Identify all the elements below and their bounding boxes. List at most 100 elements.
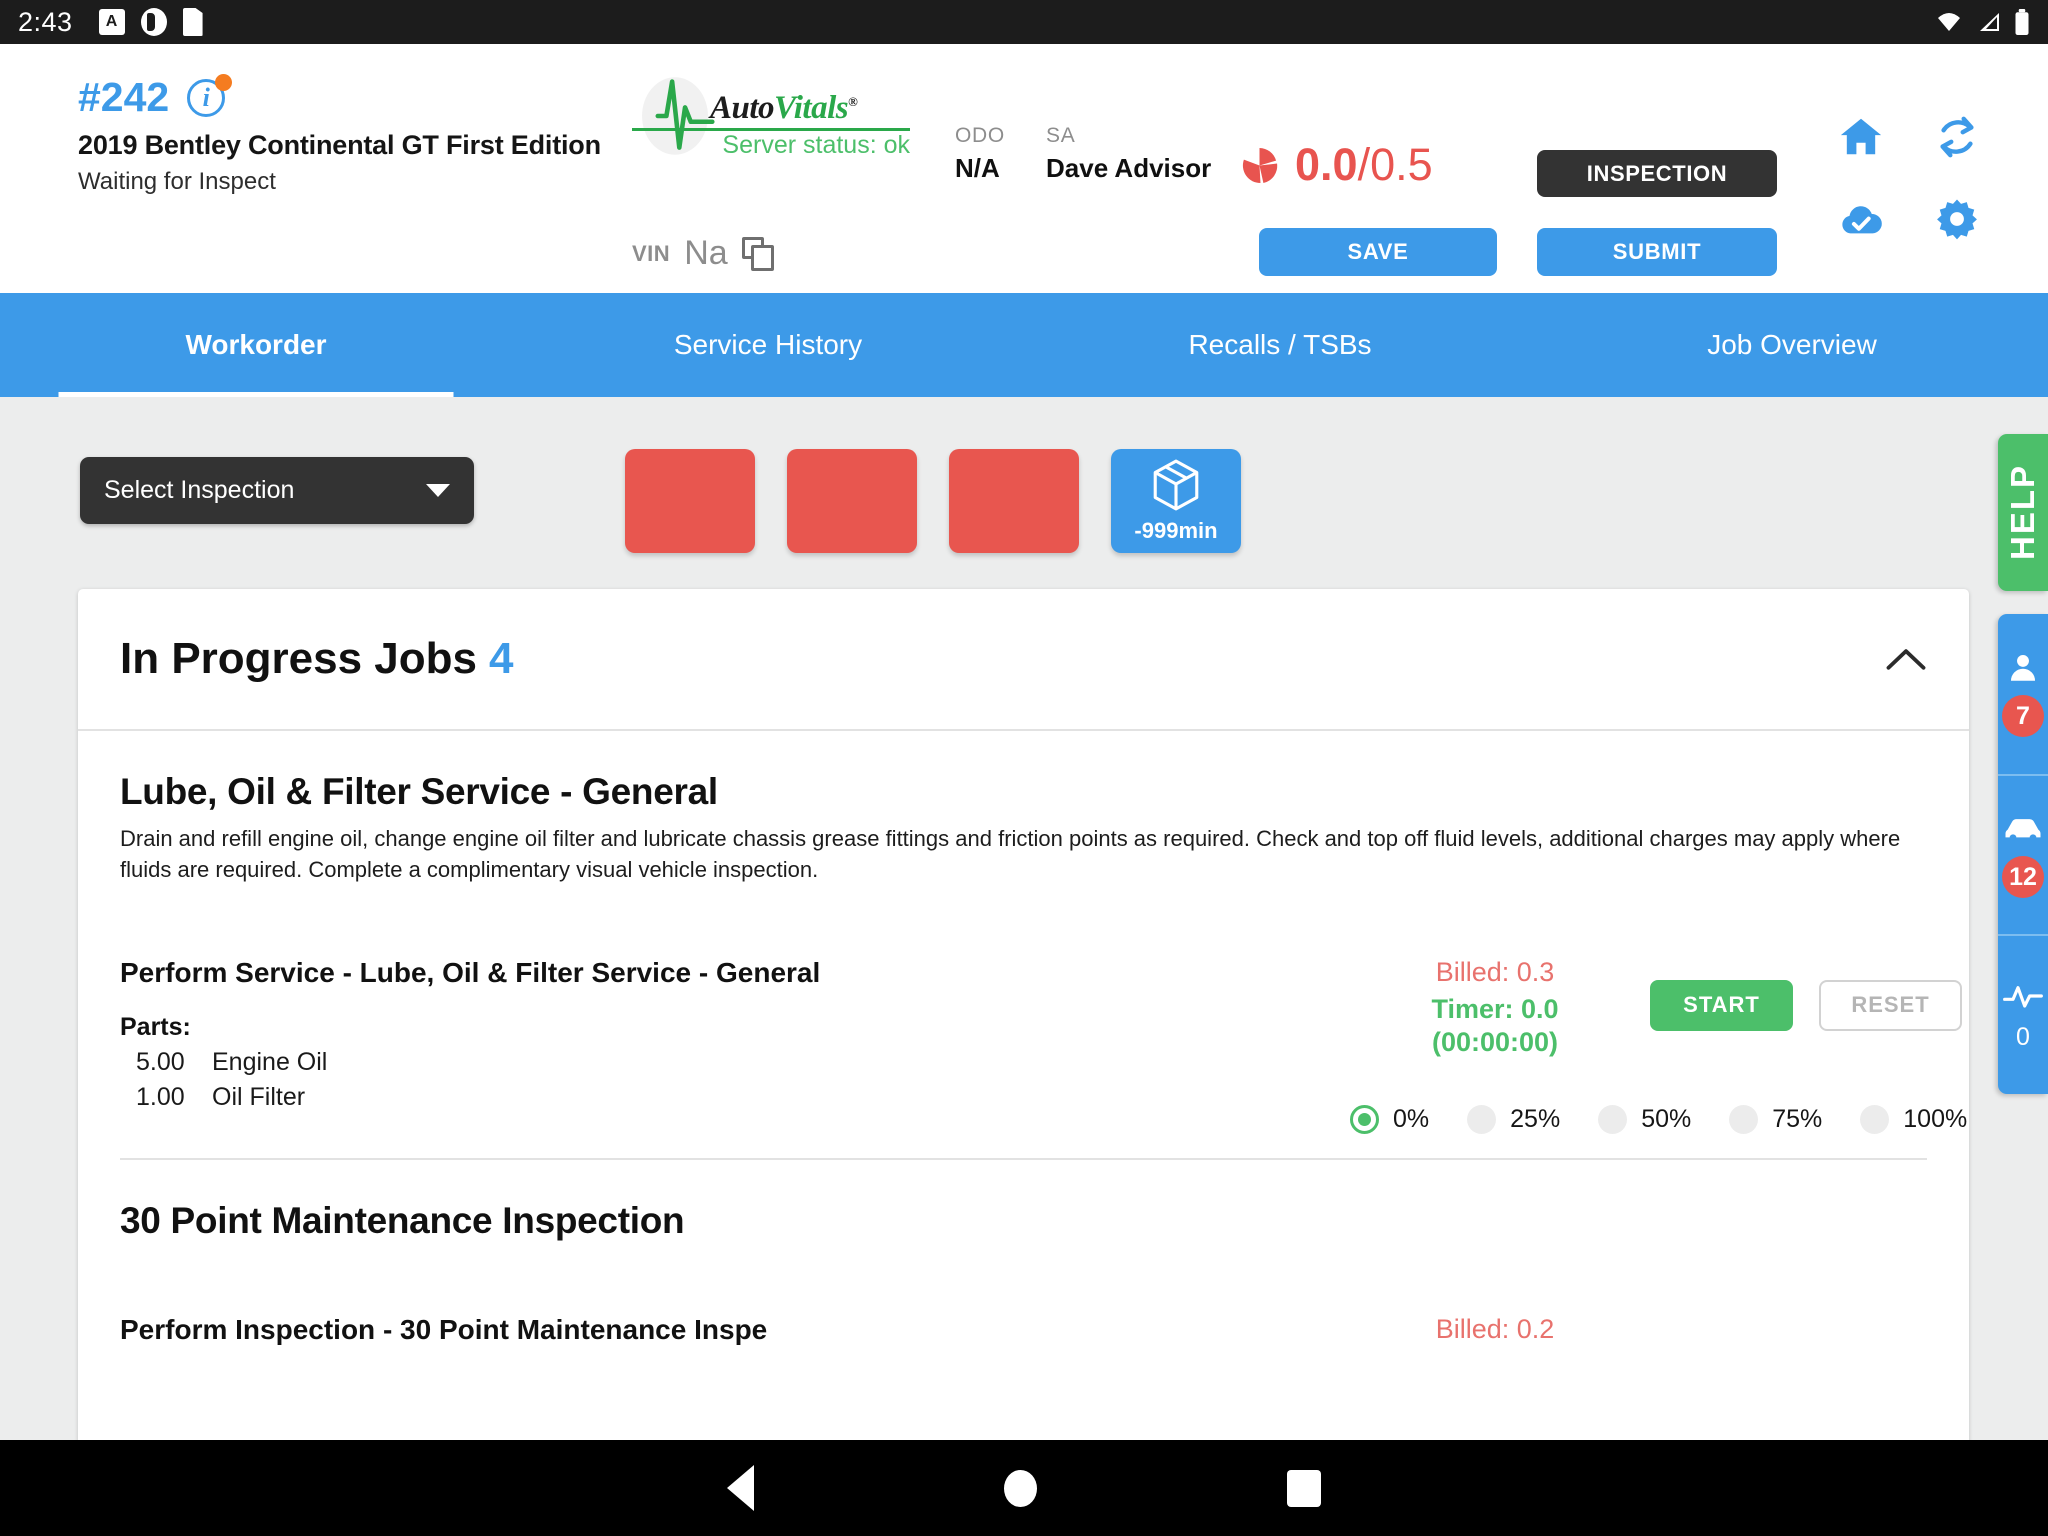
billed-hours: Billed: 0.2 bbox=[1435, 1314, 1555, 1345]
service-advisor-value: Dave Advisor bbox=[1046, 153, 1212, 183]
vibrate-icon bbox=[140, 8, 167, 36]
task-name: Perform Service - Lube, Oil & Filter Ser… bbox=[120, 957, 821, 989]
person-icon bbox=[2010, 654, 2036, 681]
progress-option-0[interactable]: 0% bbox=[1350, 1105, 1430, 1135]
sd-card-icon bbox=[182, 8, 203, 36]
help-label: HELP bbox=[2004, 464, 2041, 561]
info-icon[interactable]: i bbox=[187, 73, 233, 117]
vehicles-badge: 12 bbox=[2002, 856, 2044, 898]
submit-button[interactable]: SUBMIT bbox=[1537, 228, 1777, 276]
gear-icon[interactable] bbox=[1934, 196, 1980, 242]
tab-service-history[interactable]: Service History bbox=[512, 293, 1024, 397]
in-progress-jobs-header[interactable]: In Progress Jobs 4 bbox=[78, 589, 1969, 731]
chevron-up-icon[interactable] bbox=[1885, 646, 1927, 672]
battery-icon bbox=[2015, 9, 2029, 35]
radio-icon[interactable] bbox=[1598, 1105, 1628, 1135]
hours-total: 0.5 bbox=[1370, 139, 1433, 190]
radio-icon[interactable] bbox=[1729, 1105, 1759, 1135]
recent-apps-icon[interactable] bbox=[1287, 1469, 1321, 1507]
progress-option-label: 100% bbox=[1903, 1105, 1968, 1134]
pulse-icon bbox=[2003, 985, 2043, 1008]
rail-item-activity[interactable]: 0 bbox=[1998, 934, 2048, 1094]
part-row: 5.00 Engine Oil bbox=[120, 1048, 1350, 1077]
odometer-label: ODO bbox=[955, 124, 1005, 147]
vin-value: Na bbox=[684, 234, 728, 272]
parts-label: Parts: bbox=[120, 1013, 191, 1042]
rail-item-vehicles[interactable]: 12 bbox=[1998, 774, 2048, 934]
select-inspection-dropdown[interactable]: Select Inspection bbox=[80, 457, 474, 524]
tab-recalls-tsbs[interactable]: Recalls / TSBs bbox=[1024, 293, 1536, 397]
status-bar-right-icons bbox=[1934, 9, 2030, 35]
chevron-down-icon bbox=[426, 484, 450, 497]
service-advisor-label: SA bbox=[1046, 124, 1076, 147]
timer-clock: (00:00:00) bbox=[1431, 1027, 1559, 1058]
status-chip-1[interactable] bbox=[625, 449, 755, 553]
side-rail: 7 12 0 bbox=[1998, 614, 2048, 1094]
android-status-bar: 2:43 A bbox=[0, 0, 2048, 44]
hours-value: 0.0/0.5 bbox=[1295, 139, 1433, 191]
progress-option-label: 50% bbox=[1641, 1105, 1692, 1134]
radio-icon[interactable] bbox=[1350, 1105, 1379, 1135]
radio-icon[interactable] bbox=[1860, 1105, 1890, 1135]
signal-icon bbox=[1980, 13, 1999, 31]
main-tab-bar: Workorder Service History Recalls / TSBs… bbox=[0, 293, 2048, 397]
vehicle-name: 2019 Bentley Continental GT First Editio… bbox=[78, 130, 601, 160]
task-row: Perform Service - Lube, Oil & Filter Ser… bbox=[120, 957, 1967, 1135]
package-icon bbox=[1153, 459, 1199, 511]
progress-option-label: 0% bbox=[1393, 1105, 1430, 1134]
hours-separator: / bbox=[1357, 139, 1371, 190]
radio-icon[interactable] bbox=[1467, 1105, 1497, 1135]
logo-brand-part2: Vitals bbox=[774, 90, 849, 126]
pulse-logo-icon bbox=[642, 77, 715, 155]
status-chip-2[interactable] bbox=[787, 449, 917, 553]
job-title: 30 Point Maintenance Inspection bbox=[120, 1200, 685, 1242]
progress-option-25[interactable]: 25% bbox=[1467, 1105, 1560, 1135]
part-quantity: 1.00 bbox=[136, 1083, 185, 1112]
logo-brand-part1: Auto bbox=[710, 90, 775, 126]
job-count: 4 bbox=[489, 634, 514, 683]
car-icon bbox=[2005, 819, 2041, 841]
in-progress-jobs-card: In Progress Jobs 4 Lube, Oil & Filter Ser… bbox=[78, 589, 1969, 1454]
workorder-status: Waiting for Inspect bbox=[78, 168, 276, 196]
status-chip-3[interactable] bbox=[949, 449, 1079, 553]
task-details: Perform Service - Lube, Oil & Filter Ser… bbox=[120, 957, 1350, 1112]
progress-option-50[interactable]: 50% bbox=[1598, 1105, 1692, 1135]
back-icon[interactable] bbox=[727, 1465, 754, 1511]
progress-option-100[interactable]: 100% bbox=[1860, 1105, 1968, 1135]
android-nav-bar bbox=[0, 1440, 2048, 1536]
save-button[interactable]: SAVE bbox=[1259, 228, 1497, 276]
job-description: Drain and refill engine oil, change engi… bbox=[120, 826, 1901, 883]
service-advisor-field: SA Dave Advisor bbox=[1046, 124, 1211, 184]
progress-radio-group: 0% 25% 50% 75% 100% bbox=[1350, 1105, 1969, 1135]
help-tab[interactable]: HELP bbox=[1998, 434, 2048, 591]
billed-hours: Billed: 0.3 bbox=[1435, 957, 1555, 988]
tab-workorder[interactable]: Workorder bbox=[0, 293, 512, 397]
workorder-number-row: #242 i bbox=[78, 73, 608, 121]
part-row: 1.00 Oil Filter bbox=[120, 1083, 1350, 1112]
refresh-icon[interactable] bbox=[1934, 114, 1980, 160]
odometer-value: N/A bbox=[955, 153, 1000, 183]
workorder-number[interactable]: #242 bbox=[78, 74, 169, 121]
parts-eta-chip[interactable]: -999min bbox=[1111, 449, 1241, 553]
rail-item-customers[interactable]: 7 bbox=[1998, 614, 2048, 774]
info-alert-dot bbox=[215, 73, 233, 91]
home-icon[interactable] bbox=[1838, 114, 1884, 160]
progress-option-75[interactable]: 75% bbox=[1729, 1105, 1822, 1135]
wifi-icon bbox=[1938, 13, 1960, 31]
cloud-check-icon[interactable] bbox=[1838, 196, 1884, 242]
task-row: Perform Inspection - 30 Point Maintenanc… bbox=[120, 1314, 1927, 1346]
card-title-text: In Progress Jobs bbox=[120, 634, 478, 683]
status-bar-clock: 2:43 bbox=[18, 6, 73, 37]
server-status-text: Server status: ok bbox=[722, 131, 910, 159]
reset-button[interactable]: RESET bbox=[1819, 979, 1962, 1031]
app-header: #242 i 2019 Bentley Continental GT First… bbox=[0, 44, 2048, 293]
tab-job-overview[interactable]: Job Overview bbox=[1536, 293, 2048, 397]
inspection-button[interactable]: INSPECTION bbox=[1537, 150, 1777, 197]
home-circle-icon[interactable] bbox=[1004, 1469, 1037, 1507]
vin-label: VIN bbox=[632, 240, 671, 266]
copy-icon[interactable] bbox=[741, 236, 776, 271]
odometer-field: ODO N/A bbox=[955, 124, 1005, 184]
start-button[interactable]: START bbox=[1650, 979, 1793, 1031]
a-badge-icon: A bbox=[98, 9, 125, 35]
task-action-buttons: START RESET 1 bbox=[1650, 979, 1969, 1031]
